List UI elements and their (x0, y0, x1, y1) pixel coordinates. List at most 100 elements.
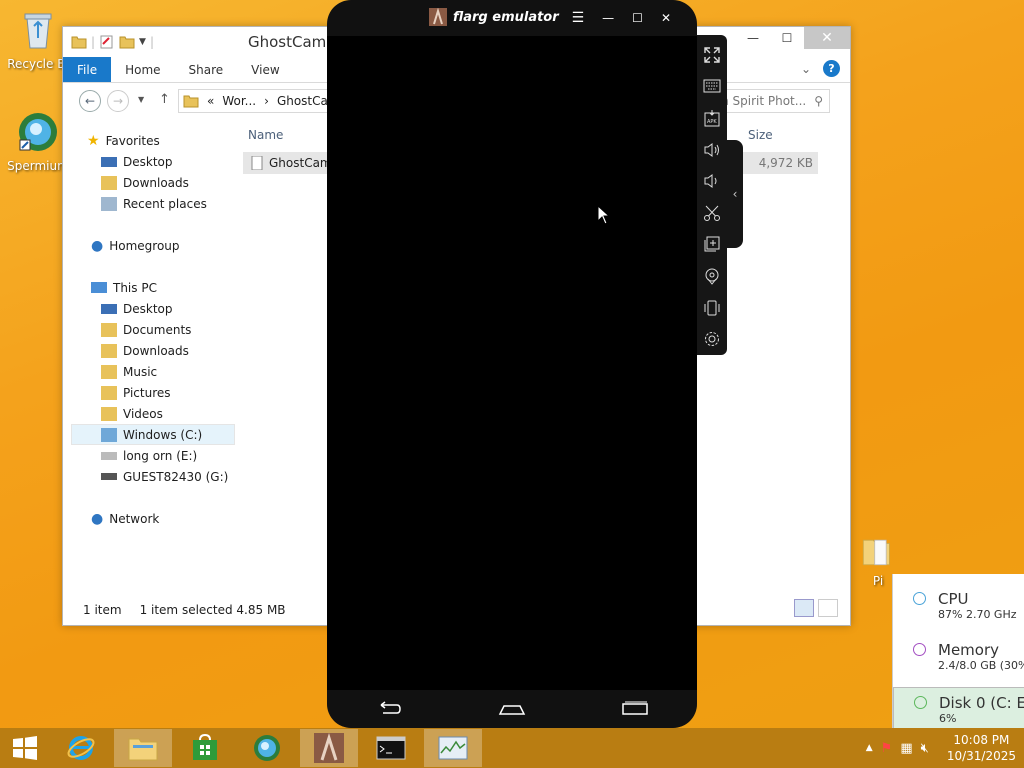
location-icon[interactable] (697, 260, 727, 292)
tab-file[interactable]: File (63, 57, 112, 82)
taskbar-spermium[interactable] (238, 729, 296, 767)
large-icons-view-icon[interactable] (818, 599, 838, 617)
network-icon: ● (91, 510, 104, 527)
ribbon-right-controls: ⌄ ? (801, 60, 840, 77)
minimize-button[interactable]: — (736, 27, 770, 49)
taskbar-command-prompt[interactable] (362, 729, 420, 767)
volume-down-icon[interactable] (697, 165, 727, 197)
start-button[interactable] (0, 729, 50, 767)
tab-view[interactable]: View (237, 57, 293, 82)
close-button[interactable]: ✕ (661, 11, 671, 25)
show-hidden-icons-icon[interactable]: ▲ (866, 743, 873, 753)
videos-folder-icon (101, 406, 117, 421)
perf-value: 87% 2.70 GHz (938, 608, 1017, 621)
nav-label: Downloads (123, 175, 189, 190)
nav-favorites[interactable]: ★ Favorites (87, 130, 251, 151)
separator: | (149, 35, 155, 49)
chevron-right-icon[interactable]: › (264, 94, 269, 108)
clock[interactable]: 10:08 PM 10/31/2025 (937, 732, 1016, 764)
recents-icon[interactable] (621, 701, 649, 717)
column-header-name[interactable]: Name (248, 128, 283, 142)
nav-this-pc[interactable]: This PC (91, 277, 255, 298)
minimize-button[interactable]: — (602, 11, 614, 25)
tab-share[interactable]: Share (175, 57, 238, 82)
file-explorer-icon (128, 738, 158, 761)
settings-icon[interactable] (697, 323, 727, 355)
perf-name: CPU (938, 590, 969, 608)
taskbar-internet-explorer[interactable] (52, 729, 110, 767)
volume-up-icon[interactable] (697, 134, 727, 166)
close-button[interactable]: ✕ (804, 27, 850, 49)
performance-panel: CPU 87% 2.70 GHz Memory 2.4/8.0 GB (30%)… (892, 574, 1024, 737)
details-view-icon[interactable] (794, 599, 814, 617)
pictures-folder-icon (101, 385, 117, 400)
back-icon[interactable] (375, 701, 403, 717)
new-folder-icon[interactable] (119, 35, 135, 49)
task-manager-icon (438, 736, 468, 760)
action-center-icon[interactable]: ⚑ (881, 741, 893, 756)
nav-label: GUEST82430 (G:) (123, 469, 229, 484)
maximize-button[interactable]: ☐ (770, 27, 804, 49)
windows-logo-icon (13, 736, 37, 760)
multi-instance-icon[interactable] (697, 229, 727, 261)
shake-icon[interactable] (697, 292, 727, 324)
fullscreen-icon[interactable] (697, 39, 727, 71)
emulator-window: flarg emulator ☰ — ☐ ✕ (327, 0, 697, 728)
emulator-title: flarg emulator (453, 9, 559, 25)
menu-icon[interactable]: ☰ (572, 10, 585, 26)
volume-muted-icon[interactable]: 🔇︎ (921, 741, 929, 756)
android-navbar (327, 690, 697, 728)
help-icon[interactable]: ? (823, 60, 840, 77)
nav-homegroup[interactable]: ● Homegroup (91, 235, 255, 256)
star-icon: ★ (87, 132, 100, 149)
scissors-icon[interactable] (697, 197, 727, 229)
emulator-titlebar: flarg emulator ☰ — ☐ ✕ (327, 0, 697, 36)
tab-home[interactable]: Home (111, 57, 174, 82)
nav-label: This PC (113, 280, 157, 295)
nav-item-windows-c[interactable]: Windows (C:) (71, 424, 235, 445)
apk-install-icon[interactable]: APK (697, 102, 727, 134)
nav-label: Favorites (105, 133, 160, 148)
nav-label: Network (109, 511, 160, 526)
mouse-cursor-icon (597, 205, 611, 225)
recent-locations-icon[interactable]: ▼ (138, 95, 144, 104)
taskbar-emulator[interactable] (300, 729, 358, 767)
maximize-button[interactable]: ☐ (632, 11, 643, 25)
emulator-screen[interactable] (327, 36, 697, 690)
globe-app-icon (254, 735, 280, 761)
perf-item-memory[interactable]: Memory 2.4/8.0 GB (30%) (893, 635, 1024, 685)
system-tray: ▲ ⚑ ▦ 🔇︎ 10:08 PM 10/31/2025 (866, 728, 1024, 768)
downloads-folder-icon (101, 343, 117, 358)
nav-network[interactable]: ● Network (91, 508, 255, 529)
collapse-sidebar-button[interactable]: ‹ (727, 140, 743, 248)
emulator-logo-icon (314, 733, 344, 763)
perf-item-cpu[interactable]: CPU 87% 2.70 GHz (893, 584, 1024, 634)
back-button[interactable]: ← (79, 90, 101, 112)
window-controls: — ☐ ✕ (736, 27, 850, 49)
taskbar-file-explorer[interactable] (114, 729, 172, 767)
internet-explorer-icon (67, 736, 95, 760)
search-icon[interactable]: ⚲ (814, 94, 823, 108)
usb-drive-icon (101, 473, 117, 480)
nav-label: Recent places (123, 196, 207, 211)
expand-ribbon-icon[interactable]: ⌄ (801, 62, 811, 76)
column-header-size[interactable]: Size (748, 128, 773, 142)
properties-icon[interactable] (99, 35, 115, 49)
nav-label: Desktop (123, 301, 173, 316)
separator: | (91, 35, 96, 49)
breadcrumb-segment[interactable]: Wor... (222, 94, 256, 108)
network-status-icon[interactable]: ▦ (900, 741, 912, 756)
globe-app-icon (19, 113, 57, 151)
chevron-down-icon[interactable]: ▼ (139, 37, 146, 47)
taskbar-task-manager[interactable] (424, 729, 482, 767)
keyboard-icon[interactable] (697, 71, 727, 103)
home-icon[interactable] (498, 701, 526, 717)
taskbar-store[interactable] (176, 729, 234, 767)
folder-icon[interactable] (71, 35, 87, 49)
recent-places-icon (101, 196, 117, 211)
forward-button[interactable]: → (107, 90, 129, 112)
up-button[interactable]: ↑ (159, 92, 170, 107)
music-folder-icon (101, 364, 117, 379)
address-prefix: « (207, 94, 215, 108)
disk-indicator-icon (914, 696, 927, 709)
